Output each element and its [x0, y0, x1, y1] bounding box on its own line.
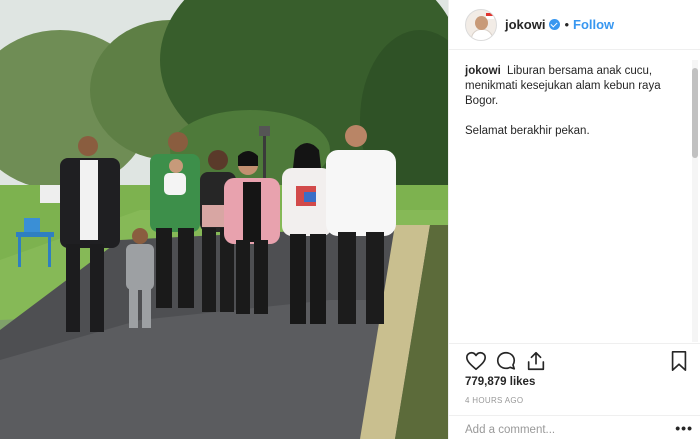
post-header: jokowi • Follow — [449, 0, 700, 50]
comment-input[interactable] — [465, 424, 665, 436]
username-link[interactable]: jokowi — [505, 17, 545, 32]
actions-divider — [449, 343, 700, 344]
comment-row: ••• — [465, 420, 693, 439]
avatar[interactable] — [465, 8, 497, 41]
verified-icon — [549, 19, 561, 30]
post-photo-image — [0, 0, 448, 439]
bookmark-icon[interactable] — [668, 350, 690, 372]
likes-count[interactable]: 779,879 likes — [465, 376, 535, 388]
comment-icon[interactable] — [495, 350, 517, 372]
caption-username-link[interactable]: jokowi — [465, 65, 501, 77]
post-sidebar: jokowi • Follow jokowi Liburan bersama a… — [448, 0, 700, 439]
header-separator: • — [564, 17, 570, 32]
post-photo[interactable] — [0, 0, 448, 439]
caption-paragraph-1: jokowi Liburan bersama anak cucu, menikm… — [465, 64, 685, 109]
post-timestamp: 4 HOURS AGO — [465, 396, 524, 405]
comment-divider — [449, 415, 700, 416]
caption-paragraph-2: Selamat berakhir pekan. — [465, 125, 590, 137]
avatar-face — [475, 15, 488, 30]
avatar-body — [471, 28, 493, 40]
more-options-icon[interactable]: ••• — [675, 420, 693, 436]
share-icon[interactable] — [525, 350, 547, 372]
heart-icon[interactable] — [465, 350, 487, 372]
action-bar — [465, 350, 690, 374]
post-caption: jokowi Liburan bersama anak cucu, menikm… — [465, 64, 685, 154]
avatar-flag — [486, 12, 494, 19]
caption-scrollbar-thumb[interactable] — [692, 68, 698, 158]
follow-button[interactable]: Follow — [573, 17, 614, 32]
